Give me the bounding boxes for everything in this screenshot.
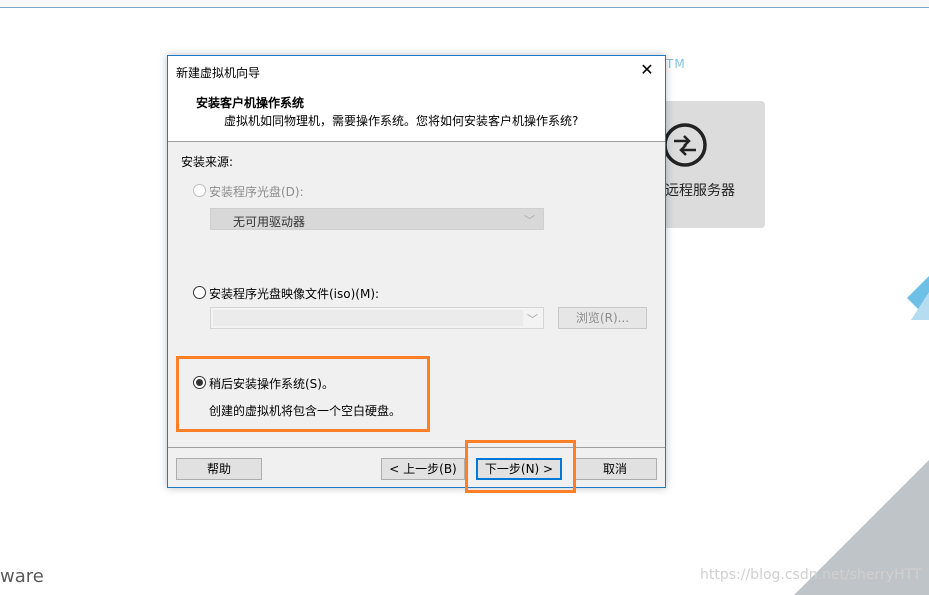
browse-button[interactable]: 浏览(R)... (558, 307, 647, 329)
radio-install-iso[interactable] (193, 286, 206, 299)
page-subtitle: 虚拟机如同物理机，需要操作系统。您将如何安装客户机操作系统? (224, 114, 579, 128)
iso-path-combo[interactable]: ﹀ (210, 307, 544, 329)
iso-path-input[interactable] (213, 310, 523, 326)
vmware-logo-text: ware (0, 566, 44, 587)
page-title: 安装客户机操作系统 (196, 96, 305, 110)
watermark: https://blog.csdn.net/sherryHTT (700, 567, 922, 583)
radio-install-disc-label: 安装程序光盘(D): (209, 185, 304, 199)
trademark-mark: TM (666, 57, 686, 71)
remote-server-icon (663, 123, 707, 167)
back-button[interactable]: < 上一步(B) (381, 458, 465, 480)
annotation-highlight-next (465, 440, 576, 493)
remote-server-label: 远程服务器 (665, 183, 735, 199)
dialog-title: 新建虚拟机向导 (176, 66, 261, 80)
drive-select[interactable]: 无可用驱动器 ﹀ (210, 208, 544, 230)
chevron-down-icon: ﹀ (524, 214, 535, 227)
radio-install-disc[interactable] (193, 184, 206, 197)
drive-select-value: 无可用驱动器 (233, 215, 306, 229)
annotation-highlight-install-later (176, 356, 430, 432)
close-icon[interactable]: ✕ (637, 60, 657, 80)
help-button[interactable]: 帮助 (176, 458, 262, 480)
dialog-titlebar[interactable]: 新建虚拟机向导 ✕ (168, 56, 665, 85)
decorative-triangle-light (911, 292, 929, 320)
radio-install-iso-label: 安装程序光盘映像文件(iso)(M): (209, 287, 380, 301)
footer-divider (168, 447, 665, 448)
install-source-label: 安装来源: (181, 155, 234, 169)
wizard-header: 安装客户机操作系统 虚拟机如同物理机，需要操作系统。您将如何安装客户机操作系统? (168, 85, 665, 142)
background-topbar (0, 0, 929, 8)
cancel-button[interactable]: 取消 (573, 458, 657, 480)
chevron-down-icon: ﹀ (527, 313, 538, 326)
